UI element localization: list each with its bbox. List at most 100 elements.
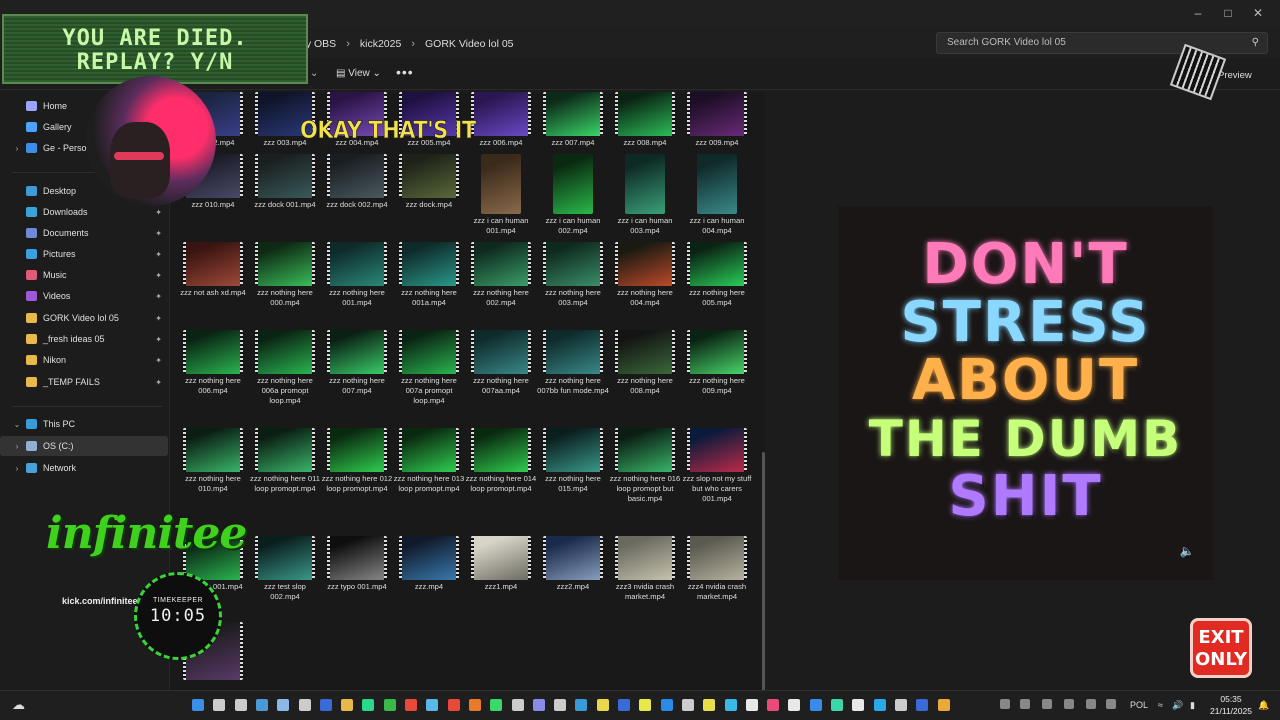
file-item[interactable]: zzz nothing here 002.mp4 (465, 242, 537, 308)
file-item[interactable]: zzz nothing here 007.mp4 (321, 330, 393, 396)
minimize-button[interactable]: – (1184, 4, 1212, 22)
app-icon[interactable] (873, 699, 886, 711)
language-indicator[interactable]: POL (1130, 700, 1148, 710)
file-item[interactable]: zzz2.mp4 (537, 536, 609, 592)
app-icon[interactable] (916, 699, 929, 711)
file-item[interactable]: zzz1.mp4 (465, 536, 537, 592)
file-item[interactable]: zzz nothing here 016 loop promopt but ba… (609, 428, 681, 504)
breadcrumb-item[interactable]: GORK Video lol 05 (425, 38, 514, 50)
app-icon[interactable] (575, 699, 588, 711)
app-icon[interactable] (554, 699, 567, 711)
sidebar-item[interactable]: Pictures ✦ (0, 244, 168, 264)
weather-icon[interactable]: ☁ (12, 697, 25, 713)
file-item[interactable]: zzz dock.mp4 (393, 154, 465, 210)
file-item[interactable]: zzz nothing here 001a.mp4 (393, 242, 465, 308)
file-item[interactable]: zzz nothing here 007aa.mp4 (465, 330, 537, 396)
sidebar-item[interactable]: _fresh ideas 05 ✦ (0, 329, 168, 349)
sidebar-item[interactable]: › Network (0, 458, 168, 478)
app-icon[interactable] (681, 699, 694, 711)
chevron-right-icon[interactable]: › (10, 464, 24, 473)
file-item[interactable]: zzz nothing here 013 loop promopt.mp4 (393, 428, 465, 494)
app-icon[interactable] (639, 699, 652, 711)
file-item[interactable]: zzz 007.mp4 (537, 92, 609, 148)
tray-icon[interactable] (1000, 699, 1010, 709)
file-item[interactable]: zzz nothing here 008.mp4 (609, 330, 681, 396)
app-icon[interactable] (852, 699, 865, 711)
tray-icon[interactable] (1020, 699, 1030, 709)
edge-icon[interactable] (362, 699, 375, 711)
sidebar-item[interactable]: › OS (C:) (0, 436, 168, 456)
file-item[interactable]: zzz nothing here 006.mp4 (177, 330, 249, 396)
file-item[interactable]: zzz nothing here 005.mp4 (681, 242, 753, 308)
file-item[interactable]: zzz i can human 003.mp4 (609, 154, 681, 236)
chevron-right-icon[interactable]: › (10, 442, 24, 451)
app-icon[interactable] (596, 699, 609, 711)
file-item[interactable]: zzz slop not my stuff but who carers 001… (681, 428, 753, 504)
file-item[interactable]: zzz nothing here 011 loop promopt.mp4 (249, 428, 321, 494)
app-icon[interactable] (660, 699, 673, 711)
app-icon[interactable] (319, 699, 332, 711)
file-item[interactable]: zzz dock 001.mp4 (249, 154, 321, 210)
app-icon[interactable] (724, 699, 737, 711)
chevron-right-icon[interactable]: › (10, 144, 24, 153)
file-item[interactable]: zzz nothing here 010.mp4 (177, 428, 249, 494)
app-icon[interactable] (532, 699, 545, 711)
search-input[interactable]: Search GORK Video lol 05 ⚲ (936, 32, 1268, 54)
file-item[interactable]: zzz nothing here 009.mp4 (681, 330, 753, 396)
folder-icon[interactable] (341, 699, 354, 711)
notification-icon[interactable]: 🔔 (1258, 700, 1269, 711)
scrollbar[interactable] (762, 452, 765, 692)
battery-icon[interactable]: ▮ (1190, 700, 1195, 711)
file-item[interactable]: zzz nothing here 001.mp4 (321, 242, 393, 308)
app-icon[interactable] (767, 699, 780, 711)
breadcrumb-item[interactable]: kick2025 (360, 38, 401, 50)
file-item[interactable]: zzz 008.mp4 (609, 92, 681, 148)
browser-icon[interactable] (426, 699, 439, 711)
file-item[interactable]: zzz not ash xd.mp4 (177, 242, 249, 298)
file-item[interactable]: zzz nothing here 006a promopt loop.mp4 (249, 330, 321, 406)
system-clock[interactable]: 05:35 21/11/2025 (1206, 693, 1256, 717)
file-item[interactable]: zzz nothing here 004.mp4 (609, 242, 681, 308)
tray-icon[interactable] (1064, 699, 1074, 709)
sidebar-item[interactable]: GORK Video lol 05 ✦ (0, 308, 168, 328)
file-item[interactable]: zzz nothing here 014 loop promopt.mp4 (465, 428, 537, 494)
preview-button[interactable]: Preview (1218, 70, 1252, 81)
explorer-icon[interactable] (277, 699, 290, 711)
sidebar-item[interactable]: Videos ✦ (0, 286, 168, 306)
opera-icon[interactable] (405, 699, 417, 711)
widgets-icon[interactable] (255, 699, 268, 711)
app-icon[interactable] (937, 699, 950, 711)
search-icon[interactable]: ⚲ (1252, 33, 1259, 53)
file-item[interactable]: zzz nothing here 015.mp4 (537, 428, 609, 494)
file-item[interactable]: zzz i can human 004.mp4 (681, 154, 753, 236)
settings-icon[interactable] (298, 699, 311, 711)
sidebar-item[interactable]: _TEMP FAILS ✦ (0, 372, 168, 392)
file-item[interactable]: zzz nothing here 007bb fun mode.mp4 (537, 330, 609, 396)
photoshop-icon[interactable] (618, 699, 630, 711)
app-icon[interactable] (831, 699, 843, 711)
firefox-icon[interactable] (468, 699, 481, 711)
app-icon[interactable] (703, 699, 716, 711)
chevron-down-icon[interactable]: ⌄ (10, 420, 24, 429)
app-icon[interactable] (894, 699, 907, 711)
file-item[interactable]: zzz 009.mp4 (681, 92, 753, 148)
close-button[interactable]: ✕ (1244, 4, 1272, 22)
file-item[interactable]: zzz nothing here 003.mp4 (537, 242, 609, 308)
sidebar-item[interactable]: Documents ✦ (0, 223, 168, 243)
app-icon[interactable] (788, 699, 801, 711)
sidebar-item[interactable]: Music ✦ (0, 265, 168, 285)
view-button[interactable]: ▤ View ⌄ (336, 68, 381, 79)
file-item[interactable]: zzz i can human 002.mp4 (537, 154, 609, 236)
app-icon[interactable] (490, 699, 503, 711)
file-item[interactable]: zzz test slop 002.mp4 (249, 536, 321, 602)
app-icon[interactable] (511, 699, 524, 711)
file-item[interactable]: zzz i can human 001.mp4 (465, 154, 537, 236)
chrome-icon[interactable] (383, 699, 396, 711)
tray-icon[interactable] (1106, 699, 1116, 709)
maximize-button[interactable]: □ (1214, 4, 1242, 22)
file-item[interactable]: zzz typo 001.mp4 (321, 536, 393, 592)
sidebar-item[interactable]: ⌄ This PC (0, 414, 168, 434)
file-item[interactable]: zzz nothing here 000.mp4 (249, 242, 321, 308)
app-icon[interactable] (745, 699, 758, 711)
tray-icon[interactable] (1086, 699, 1096, 709)
